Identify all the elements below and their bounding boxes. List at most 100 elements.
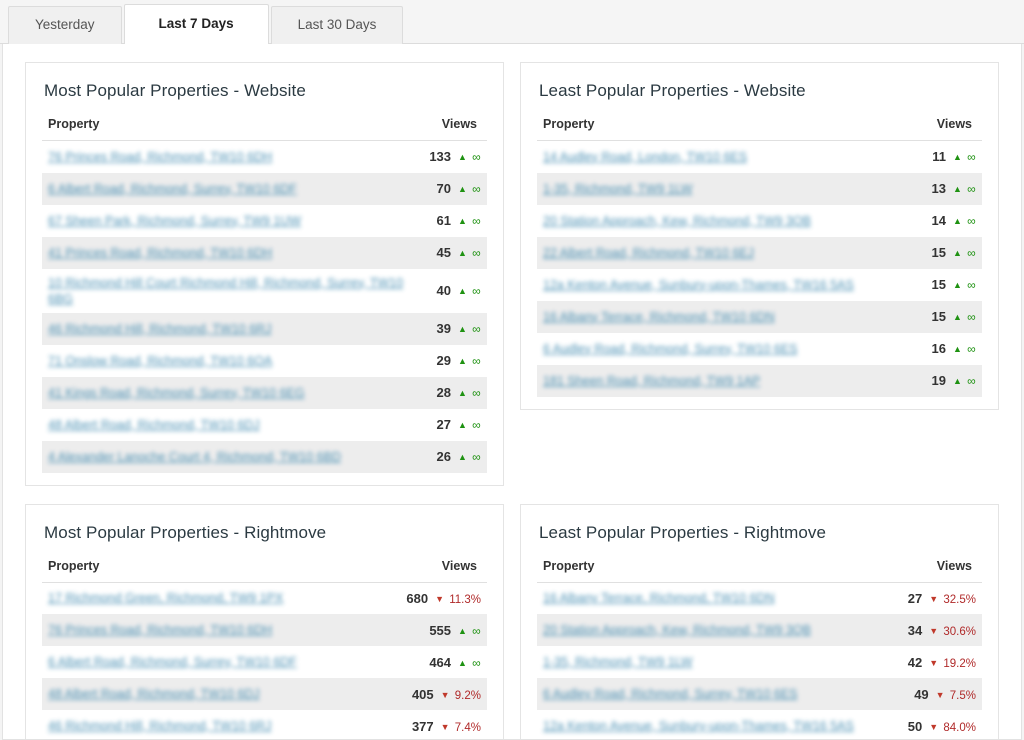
property-link[interactable]: 181 Sheen Road, Richmond, TW9 1AP [543,373,760,389]
table-row: 71 Onslow Road, Richmond, TW10 6QA 29 ▲ ∞ [42,344,487,377]
property-link[interactable]: 16 Albany Terrace, Richmond, TW10 6DN [543,309,775,325]
trend-up-icon: ▲ [458,184,467,194]
trend-up-icon: ▲ [458,657,467,668]
views-count: 42 [907,654,923,670]
property-link[interactable]: 6 Audley Road, Richmond, Surrey, TW10 6E… [543,341,798,357]
trend-up-icon: ▲ [953,184,962,194]
property-cell: 6 Albert Road, Richmond, Surrey, TW10 6D… [42,173,423,205]
trend-delta: ▲ ∞ [953,278,976,292]
property-cell: 16 Albany Terrace, Richmond, TW10 6DN [537,582,893,614]
table-row: 20 Station Approach, Kew, Richmond, TW9 … [537,204,982,237]
trend-value: ∞ [967,246,976,260]
views-count: 45 [436,245,452,260]
table-header-row: Property Views [42,117,487,141]
views-count: 133 [429,149,452,165]
property-link[interactable]: 22 Albert Road, Richmond, TW10 6EJ [543,245,754,261]
views-cell: 15 ▲ ∞ [916,237,982,269]
views-count: 405 [411,686,434,702]
trend-value: 9.2% [454,689,481,702]
views-count: 26 [436,449,452,464]
views-count: 15 [931,245,947,260]
property-link[interactable]: 12a Kenton Avenue, Sunbury-upon-Thames, … [543,277,854,293]
property-link[interactable]: 76 Princes Road, Richmond, TW10 6DH [48,622,272,638]
property-cell: 12a Kenton Avenue, Sunbury-upon-Thames, … [537,269,916,301]
property-link[interactable]: 41 Kings Road, Richmond, Surrey, TW10 6E… [48,385,305,401]
property-link[interactable]: 6 Albert Road, Richmond, Surrey, TW10 6D… [48,181,297,197]
trend-value: ∞ [472,322,481,336]
column-header-views: Views [423,117,487,141]
trend-delta: ▼ 9.2% [441,690,481,702]
tab-last-30-days[interactable]: Last 30 Days [270,6,404,44]
property-link[interactable]: 46 Richmond Hill, Richmond, TW10 6RJ [48,321,271,337]
table-row: 181 Sheen Road, Richmond, TW9 1AP 19 ▲ ∞ [537,364,982,397]
property-link[interactable]: 41 Princes Road, Richmond, TW10 6DH [48,245,272,261]
views-cell: 27 ▲ ∞ [423,409,487,441]
property-link[interactable]: 20 Station Approach, Kew, Richmond, TW9 … [543,213,811,229]
table-row: 41 Princes Road, Richmond, TW10 6DH 45 ▲ ∞ [42,236,487,269]
trend-value: ∞ [967,214,976,228]
trend-delta: ▲ ∞ [458,322,481,336]
trend-up-icon: ▲ [458,625,467,636]
property-link[interactable]: 14 Audley Road, London, TW10 6ES [543,149,747,165]
column-header-views: Views [376,558,487,583]
views-cell: 26 ▲ ∞ [423,441,487,473]
properties-table: Property Views 16 Albany Terrace, Richmond… [537,558,982,739]
property-link[interactable]: 1-35, Richmond, TW9 1LW [543,181,693,197]
property-cell: 71 Onslow Road, Richmond, TW10 6QA [42,345,423,377]
views-count: 555 [429,622,452,638]
panel-least-popular-rightmove: Least Popular Properties - Rightmove Prop… [520,503,999,739]
column-header-property: Property [42,558,377,583]
trend-delta: ▲ ∞ [458,246,481,260]
trend-value: ∞ [472,623,481,638]
views-count: 40 [436,283,452,298]
trend-delta: ▲ ∞ [953,342,976,356]
property-link[interactable]: 1-35, Richmond, TW9 1LW [543,654,693,670]
table-row: 76 Princes Road, Richmond, TW10 6DH 555 ▲ … [42,614,487,646]
panel-column: Least Popular Properties - Rightmove Prop… [512,498,1007,739]
property-link[interactable]: 6 Albert Road, Richmond, Surrey, TW10 6D… [48,654,297,670]
property-link[interactable]: 6 Audley Road, Richmond, Surrey, TW10 6E… [543,686,798,702]
property-link[interactable]: 4 Alexander Lanoche Court 4, Richmond, T… [48,449,341,465]
trend-delta: ▼ 84.0% [929,722,976,734]
tab-last-7-days[interactable]: Last 7 Days [123,4,269,44]
property-cell: 46 Richmond Hill, Richmond, TW10 6RJ [42,313,423,345]
property-link[interactable]: 48 Albert Road, Richmond, TW10 6DJ [48,417,260,433]
property-link[interactable]: 48 Albert Road, Richmond, TW10 6DJ [48,686,260,702]
property-cell: 6 Audley Road, Richmond, Surrey, TW10 6E… [537,678,893,710]
trend-down-icon: ▼ [929,625,939,636]
property-cell: 46 Richmond Hill, Richmond, TW10 6RJ [42,710,376,739]
views-cell: 39 ▲ ∞ [423,313,487,345]
trend-value: ∞ [472,246,481,260]
dashboard-container: Most Popular Properties - Website Propert… [2,44,1022,740]
property-link[interactable]: 71 Onslow Road, Richmond, TW10 6QA [48,353,272,369]
property-link[interactable]: 67 Sheen Park, Richmond, Surrey, TW9 1UW [48,213,301,229]
trend-delta: ▼ 19.2% [929,658,976,670]
views-count: 50 [907,718,923,734]
views-count: 464 [429,654,452,670]
properties-table: Property Views 17 Richmond Green, Richmond… [42,558,487,739]
trend-value: ∞ [472,150,481,165]
property-link[interactable]: 76 Princes Road, Richmond, TW10 6DH [48,149,272,165]
property-link[interactable]: 10 Richmond Hill Court Richmond Hill, Ri… [48,275,417,307]
table-header-row: Property Views [537,558,982,583]
property-link[interactable]: 12a Kenton Avenue, Sunbury-upon-Thames, … [543,718,854,734]
trend-delta: ▲ ∞ [953,246,976,260]
views-cell: 34 ▼ 30.6% [893,614,982,646]
trend-value: ∞ [967,342,976,356]
property-cell: 10 Richmond Hill Court Richmond Hill, Ri… [42,269,423,313]
property-link[interactable]: 17 Richmond Green, Richmond, TW9 1PX [48,590,283,606]
trend-value: ∞ [967,278,976,292]
property-link[interactable]: 46 Richmond Hill, Richmond, TW10 6RJ [48,718,271,734]
panel-title: Most Popular Properties - Website [44,81,306,100]
views-cell: 13 ▲ ∞ [916,173,982,205]
views-count: 15 [931,309,947,324]
views-cell: 50 ▼ 84.0% [893,710,982,739]
trend-up-icon: ▲ [458,286,467,296]
property-link[interactable]: 16 Albany Terrace, Richmond, TW10 6DN [543,590,775,606]
trend-down-icon: ▼ [929,721,939,732]
property-link[interactable]: 20 Station Approach, Kew, Richmond, TW9 … [543,622,811,638]
views-cell: 11 ▲ ∞ [916,141,982,173]
trend-value: 30.6% [943,625,976,638]
tab-yesterday[interactable]: Yesterday [8,6,122,44]
trend-delta: ▲ ∞ [458,150,481,165]
